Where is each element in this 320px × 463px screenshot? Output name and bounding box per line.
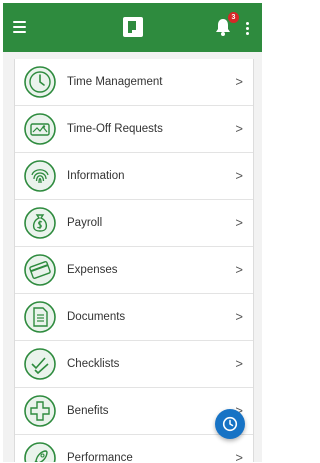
menu-item-time-off-requests[interactable]: Time-Off Requests > (15, 106, 253, 153)
rocket-icon (23, 441, 57, 462)
chevron-right-icon: > (235, 356, 243, 371)
app-screen: 3 Time Management > Time-Off Requests > … (3, 3, 262, 462)
menu-list: Time Management > Time-Off Requests > In… (14, 59, 254, 462)
app-bar: 3 (3, 3, 262, 52)
chevron-right-icon: > (235, 262, 243, 277)
clock-fab-button[interactable] (215, 409, 245, 439)
document-icon (23, 300, 57, 334)
checklist-icon (23, 347, 57, 381)
menu-item-label: Benefits (67, 405, 109, 417)
chevron-right-icon: > (235, 309, 243, 324)
menu-item-label: Time Management (67, 76, 163, 88)
menu-item-label: Expenses (67, 264, 118, 276)
more-vertical-icon[interactable] (241, 17, 255, 37)
menu-item-expenses[interactable]: Expenses > (15, 247, 253, 294)
menu-item-label: Performance (67, 452, 133, 462)
menu-item-time-management[interactable]: Time Management > (15, 59, 253, 106)
menu-item-checklists[interactable]: Checklists > (15, 341, 253, 388)
chevron-right-icon: > (235, 168, 243, 183)
money-bag-icon (23, 206, 57, 240)
chevron-right-icon: > (235, 215, 243, 230)
menu-item-information[interactable]: Information > (15, 153, 253, 200)
app-logo-icon (123, 17, 143, 37)
menu-item-performance[interactable]: Performance > (15, 435, 253, 462)
menu-item-label: Information (67, 170, 125, 182)
hamburger-menu-icon[interactable] (11, 17, 31, 37)
vacation-icon (23, 112, 57, 146)
menu-item-label: Payroll (67, 217, 103, 229)
menu-item-documents[interactable]: Documents > (15, 294, 253, 341)
clock-icon (23, 65, 57, 99)
menu-item-label: Time-Off Requests (67, 123, 163, 135)
menu-item-label: Documents (67, 311, 126, 323)
notification-badge: 3 (228, 12, 239, 23)
menu-item-payroll[interactable]: Payroll > (15, 200, 253, 247)
medical-cross-icon (23, 394, 57, 428)
chevron-right-icon: > (235, 121, 243, 136)
fingerprint-icon (23, 159, 57, 193)
menu-item-label: Checklists (67, 358, 120, 370)
clock-icon (222, 416, 238, 432)
credit-card-icon (23, 253, 57, 287)
chevron-right-icon: > (235, 450, 243, 462)
chevron-right-icon: > (235, 74, 243, 89)
